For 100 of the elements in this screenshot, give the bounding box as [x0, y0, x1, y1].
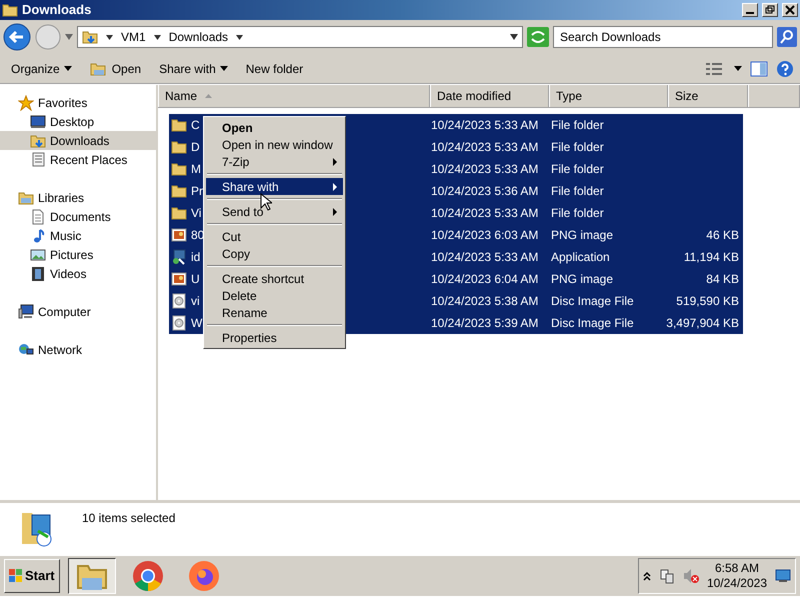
- nav-item[interactable]: Desktop: [0, 112, 156, 131]
- type-cell-text: Disc Image File: [550, 315, 635, 332]
- file-name: Vi: [191, 205, 202, 222]
- date-cell-text: 10/24/2023 5:33 AM: [430, 161, 540, 178]
- computer-icon: [18, 304, 34, 320]
- nav-item[interactable]: Downloads: [0, 131, 156, 150]
- folder-icon: [171, 139, 187, 155]
- dropdown-caret-icon[interactable]: [510, 34, 518, 40]
- volume-muted-icon[interactable]: [682, 568, 699, 584]
- show-desktop-icon[interactable]: [775, 569, 791, 583]
- recent-places-icon: [30, 152, 46, 168]
- caret-icon[interactable]: [734, 66, 742, 71]
- folder-icon: [171, 205, 187, 221]
- taskbar-button[interactable]: [68, 558, 116, 594]
- pictures-icon: [30, 246, 46, 262]
- submenu-arrow-icon: [333, 208, 337, 216]
- folder-icon: [171, 117, 187, 133]
- nav-item[interactable]: Videos: [0, 264, 156, 283]
- nav-item[interactable]: Computer: [0, 302, 156, 321]
- network-icon: [18, 342, 34, 358]
- toolbar-button[interactable]: Share with: [154, 58, 233, 80]
- chevron-up-icon[interactable]: [642, 571, 651, 581]
- document-icon: [30, 208, 46, 224]
- file-name: M: [191, 161, 201, 178]
- close-button[interactable]: [782, 3, 798, 17]
- type-cell-text: File folder: [550, 139, 605, 156]
- type-cell-text: Application: [550, 249, 611, 266]
- nav-item[interactable]: Documents: [0, 207, 156, 226]
- chrome-icon: [132, 560, 164, 592]
- menu-item[interactable]: Open: [206, 119, 343, 136]
- nav-item[interactable]: Recent Places: [0, 150, 156, 169]
- preview-pane-icon[interactable]: [750, 60, 768, 76]
- date-cell-text: 10/24/2023 5:33 AM: [430, 139, 540, 156]
- caret-icon: [154, 34, 161, 40]
- folder-icon: [171, 161, 187, 177]
- column-header[interactable]: Type: [549, 85, 668, 107]
- file-name: W: [191, 315, 202, 332]
- toolbar-button[interactable]: Open: [84, 58, 146, 80]
- column-header[interactable]: Size: [668, 85, 748, 107]
- help-icon[interactable]: [776, 60, 794, 78]
- disc-file-icon: [171, 293, 187, 309]
- nav-item[interactable]: Libraries: [0, 188, 156, 207]
- column-header[interactable]: Name: [158, 85, 430, 107]
- menu-item[interactable]: Create shortcut: [206, 270, 343, 287]
- network-status-icon[interactable]: [658, 568, 675, 584]
- menu-item[interactable]: Copy: [206, 245, 343, 262]
- type-cell-text: Disc Image File: [550, 293, 635, 310]
- size-cell-text: 519,590 KB: [675, 293, 740, 310]
- date-cell-text: 10/24/2023 5:33 AM: [430, 117, 540, 134]
- caret-icon: [236, 34, 244, 40]
- restore-button[interactable]: [762, 3, 778, 17]
- folder-icon: [2, 2, 18, 18]
- firefox-icon: [188, 560, 220, 592]
- windows-logo-icon: [9, 569, 23, 583]
- breadcrumb[interactable]: Downloads: [168, 28, 228, 46]
- file-name: vi: [191, 293, 200, 310]
- submenu-arrow-icon: [333, 158, 337, 166]
- history-caret-icon[interactable]: [65, 34, 73, 40]
- nav-item[interactable]: Music: [0, 226, 156, 245]
- caret-icon: [106, 34, 113, 40]
- column-header[interactable]: Date modified: [430, 85, 549, 107]
- menu-item[interactable]: Send to: [206, 203, 343, 220]
- window-title: Downloads: [22, 1, 92, 20]
- star-icon: [18, 94, 34, 110]
- toolbar-button[interactable]: New folder: [240, 58, 308, 80]
- date-cell-text: 10/24/2023 5:33 AM: [430, 205, 540, 222]
- type-cell-text: File folder: [550, 161, 605, 178]
- file-name: id: [191, 249, 200, 266]
- open-folder-icon: [90, 60, 108, 76]
- size-cell-text: 84 KB: [705, 271, 740, 288]
- file-name: Pr: [191, 183, 203, 200]
- film-strip-icon: [30, 266, 46, 282]
- minimize-icon: [746, 12, 754, 14]
- application-icon: [171, 249, 187, 265]
- refresh-button[interactable]: [527, 27, 549, 47]
- menu-item[interactable]: Share with: [206, 178, 343, 195]
- search-icon[interactable]: [777, 27, 797, 47]
- minimize-button[interactable]: [742, 3, 758, 17]
- breadcrumb[interactable]: VM1: [121, 28, 146, 46]
- search-field[interactable]: Search Downloads: [553, 26, 773, 48]
- type-cell-text: File folder: [550, 183, 605, 200]
- toolbar-button[interactable]: Organize: [6, 58, 77, 80]
- sort-arrow-icon: [205, 94, 212, 98]
- date-cell-text: 10/24/2023 6:03 AM: [430, 227, 540, 244]
- start-button[interactable]: Start: [4, 559, 60, 593]
- file-name: C: [191, 117, 200, 134]
- date-cell-text: 10/24/2023 5:33 AM: [430, 249, 540, 266]
- menu-item[interactable]: Open in new window: [206, 136, 343, 153]
- date-cell-text: 10/24/2023 5:38 AM: [430, 293, 540, 310]
- submenu-arrow-icon: [333, 182, 337, 190]
- nav-item[interactable]: Favorites: [0, 93, 156, 112]
- menu-item[interactable]: Delete: [206, 287, 343, 304]
- menu-item[interactable]: Cut: [206, 228, 343, 245]
- nav-item[interactable]: Pictures: [0, 245, 156, 264]
- downloads-folder-icon: [82, 29, 98, 45]
- nav-item[interactable]: Network: [0, 340, 156, 359]
- address-bar[interactable]: VM1 Downloads: [77, 26, 523, 48]
- restore-icon: [765, 5, 775, 15]
- back-button[interactable]: [3, 23, 31, 51]
- file-name: D: [191, 139, 200, 156]
